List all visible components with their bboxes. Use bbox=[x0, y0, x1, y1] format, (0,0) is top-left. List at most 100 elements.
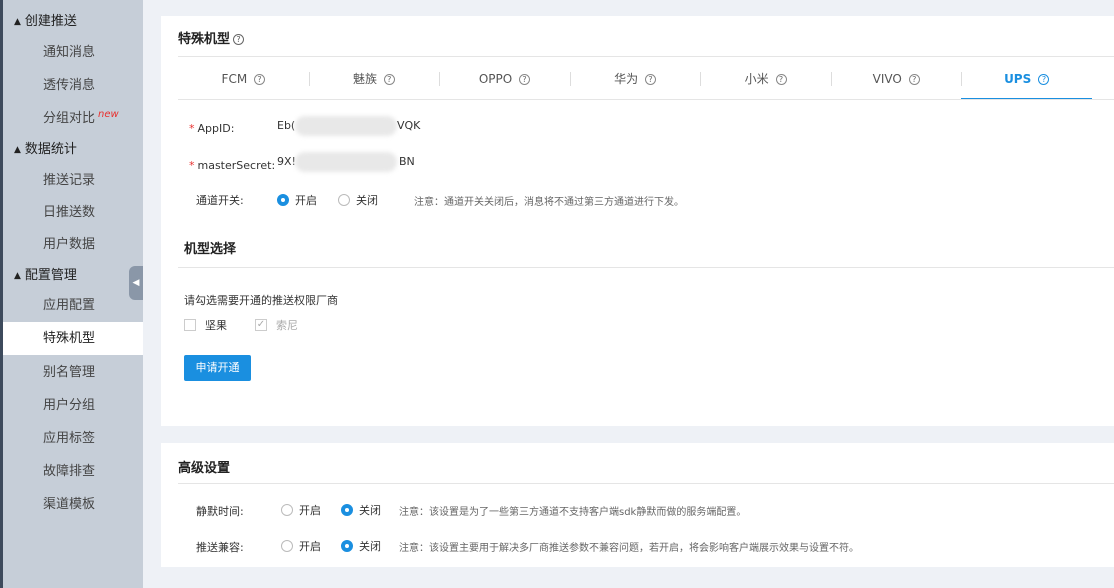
new-badge: new bbox=[98, 109, 119, 120]
sidebar-item-user-groups[interactable]: 用户分组 bbox=[3, 389, 143, 422]
radio-checked-icon bbox=[341, 540, 353, 552]
checkbox-label: 索尼 bbox=[276, 319, 298, 332]
tab-label: OPPO bbox=[478, 72, 513, 86]
radio-label: 开启 bbox=[299, 540, 321, 553]
sidebar-item-app-config[interactable]: 应用配置 bbox=[3, 289, 143, 322]
sidebar-group-config[interactable]: ▲ 配置管理 bbox=[14, 263, 77, 289]
sidebar-item-label: 推送记录 bbox=[43, 173, 96, 188]
sidebar-item-daily-pushes[interactable]: 日推送数 bbox=[3, 196, 143, 229]
special-models-card: 特殊机型? FCM ? 魅族 ? OPPO ? 华为 ? 小米 ? VIVO ?… bbox=[161, 16, 1114, 426]
radio-label: 关闭 bbox=[359, 540, 381, 553]
sidebar-item-group-compare[interactable]: 分组对比 new bbox=[3, 102, 143, 135]
checkbox-smartisan[interactable]: 坚果 bbox=[184, 317, 227, 333]
tab-vivo[interactable]: VIVO ? bbox=[830, 58, 962, 100]
sidebar-item-passthrough[interactable]: 透传消息 bbox=[3, 69, 143, 102]
sidebar-item-label: 应用标签 bbox=[43, 431, 96, 446]
tab-huawei[interactable]: 华为 ? bbox=[569, 58, 701, 100]
compat-off-radio[interactable]: 关闭 bbox=[341, 538, 381, 554]
appid-value-start: Eb( bbox=[277, 119, 296, 132]
help-icon: ? bbox=[908, 74, 920, 85]
channel-on-radio[interactable]: 开启 bbox=[277, 192, 317, 208]
section-divider bbox=[178, 267, 1114, 268]
sidebar-item-troubleshoot[interactable]: 故障排查 bbox=[3, 455, 143, 488]
model-select-hint: 请勾选需要开通的推送权限厂商 bbox=[184, 294, 338, 307]
sidebar-collapse-icon[interactable]: ◀ bbox=[129, 266, 143, 300]
required-mark: * bbox=[189, 159, 195, 172]
tab-label: FCM bbox=[221, 72, 248, 86]
appid-label: * AppID: bbox=[189, 122, 234, 135]
sidebar-group-label: 创建推送 bbox=[24, 14, 77, 29]
radio-label: 开启 bbox=[299, 504, 321, 517]
help-icon: ? bbox=[644, 74, 656, 85]
caret-up-icon: ▲ bbox=[14, 145, 21, 155]
sidebar-item-channel-template[interactable]: 渠道模板 bbox=[3, 488, 143, 521]
sidebar-item-label: 渠道模板 bbox=[43, 497, 96, 512]
checkbox-checked-icon: ✓ bbox=[255, 319, 267, 331]
redaction-blur bbox=[295, 152, 397, 172]
radio-label: 开启 bbox=[295, 194, 317, 207]
radio-label: 关闭 bbox=[359, 504, 381, 517]
tab-oppo[interactable]: OPPO ? bbox=[439, 58, 570, 100]
appid-value-end: VQK bbox=[397, 119, 421, 132]
card-title-text: 特殊机型 bbox=[178, 32, 231, 47]
sidebar-item-label: 特殊机型 bbox=[43, 331, 96, 346]
apply-button[interactable]: 申请开通 bbox=[184, 355, 251, 381]
divider bbox=[178, 56, 1114, 57]
help-icon: ? bbox=[383, 74, 395, 85]
caret-up-icon: ▲ bbox=[14, 271, 21, 281]
tab-label: UPS bbox=[1004, 72, 1032, 86]
radio-checked-icon bbox=[341, 504, 353, 516]
required-mark: * bbox=[189, 122, 195, 135]
tab-xiaomi[interactable]: 小米 ? bbox=[700, 58, 831, 100]
sidebar-item-user-data[interactable]: 用户数据 bbox=[3, 228, 143, 261]
sidebar-item-notification[interactable]: 通知消息 bbox=[3, 36, 143, 69]
silent-note: 注意：该设置是为了一些第三方通道不支持客户端sdk静默而做的服务端配置。 bbox=[399, 507, 747, 518]
radio-checked-icon bbox=[277, 194, 289, 206]
help-icon: ? bbox=[519, 74, 531, 85]
sidebar-group-statistics[interactable]: ▲ 数据统计 bbox=[14, 137, 77, 163]
help-icon[interactable]: ? bbox=[233, 34, 245, 45]
radio-label: 关闭 bbox=[356, 194, 378, 207]
sidebar: ▲ 创建推送 通知消息 透传消息 分组对比 new ▲ 数据统计 推送记录 日推送… bbox=[0, 0, 143, 588]
checkbox-unchecked-icon bbox=[184, 319, 196, 331]
tab-label: 华为 bbox=[614, 72, 639, 86]
sidebar-item-special-models[interactable]: 特殊机型 bbox=[3, 322, 143, 355]
silent-off-radio[interactable]: 关闭 bbox=[341, 502, 381, 518]
sidebar-group-label: 配置管理 bbox=[24, 268, 77, 283]
sidebar-group-create-push[interactable]: ▲ 创建推送 bbox=[14, 9, 77, 35]
tab-label: 小米 bbox=[744, 72, 769, 86]
sidebar-item-push-records[interactable]: 推送记录 bbox=[3, 164, 143, 197]
compat-on-radio[interactable]: 开启 bbox=[281, 538, 321, 554]
sidebar-item-label: 用户分组 bbox=[43, 398, 96, 413]
channel-note: 注意：通道开关关闭后，消息将不通过第三方通道进行下发。 bbox=[414, 197, 684, 208]
help-icon: ? bbox=[254, 74, 266, 85]
tab-ups[interactable]: UPS ? bbox=[961, 58, 1092, 100]
checkbox-sony[interactable]: ✓ 索尼 bbox=[255, 317, 298, 333]
tab-meizu[interactable]: 魅族 ? bbox=[308, 58, 440, 100]
tab-fcm[interactable]: FCM ? bbox=[178, 58, 309, 100]
redaction-blur bbox=[295, 116, 397, 136]
secret-value-end: BN bbox=[399, 155, 415, 168]
sidebar-item-label: 分组对比 bbox=[43, 111, 96, 126]
help-icon: ? bbox=[775, 74, 787, 85]
channel-switch-label: 通道开关: bbox=[196, 194, 244, 207]
advanced-title: 高级设置 bbox=[178, 461, 231, 476]
caret-up-icon: ▲ bbox=[14, 17, 21, 27]
sidebar-item-app-tags[interactable]: 应用标签 bbox=[3, 422, 143, 455]
sidebar-item-label: 用户数据 bbox=[43, 237, 96, 252]
divider bbox=[178, 483, 1114, 484]
sidebar-item-label: 故障排查 bbox=[43, 464, 96, 479]
silent-time-label: 静默时间: bbox=[196, 505, 244, 518]
master-secret-label: * masterSecret: bbox=[189, 159, 275, 172]
sidebar-item-label: 应用配置 bbox=[43, 298, 96, 313]
vendor-tabs: FCM ? 魅族 ? OPPO ? 华为 ? 小米 ? VIVO ? UPS ? bbox=[178, 58, 1092, 100]
sidebar-item-alias[interactable]: 别名管理 bbox=[3, 356, 143, 389]
sidebar-item-label: 透传消息 bbox=[43, 78, 96, 93]
silent-on-radio[interactable]: 开启 bbox=[281, 502, 321, 518]
radio-unchecked-icon bbox=[281, 540, 293, 552]
radio-unchecked-icon bbox=[338, 194, 350, 206]
sidebar-group-label: 数据统计 bbox=[24, 142, 77, 157]
channel-off-radio[interactable]: 关闭 bbox=[338, 192, 378, 208]
help-icon: ? bbox=[1038, 74, 1050, 85]
tab-label: VIVO bbox=[872, 72, 902, 86]
